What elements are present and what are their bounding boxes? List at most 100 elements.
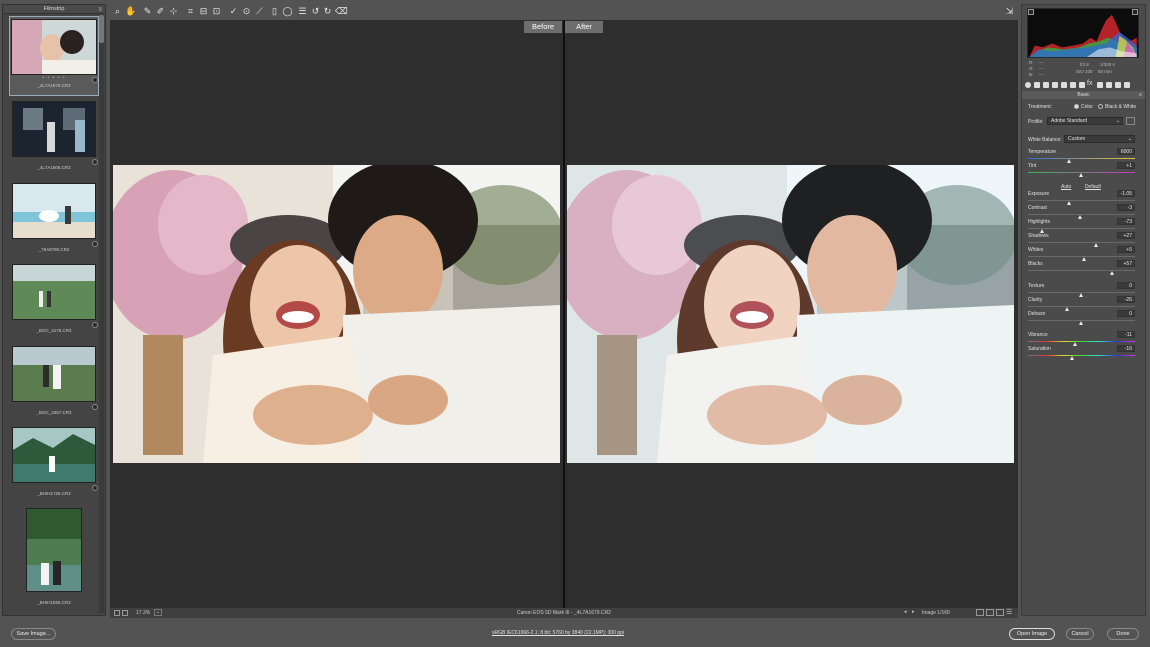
- slider-value-field[interactable]: -3: [1117, 204, 1135, 211]
- target-adjust-icon[interactable]: ⊹: [168, 6, 179, 17]
- settings-tab-icon[interactable]: [1124, 82, 1130, 88]
- slider-track[interactable]: [1028, 341, 1135, 342]
- workflow-options-link[interactable]: sRGB IEC61966-2.1; 8 bit; 5760 by 3840 (…: [0, 630, 1116, 636]
- slider-label: Whites: [1028, 247, 1044, 253]
- rotate-right-icon[interactable]: ↻: [322, 6, 333, 17]
- chevron-down-icon: ⌄: [1127, 136, 1132, 142]
- preferences-icon[interactable]: ☰: [297, 6, 308, 17]
- hand-icon[interactable]: ✋: [125, 6, 136, 17]
- slider-value-field[interactable]: +57: [1117, 260, 1135, 267]
- thumbnail-image: [12, 101, 96, 157]
- panel-menu-icon[interactable]: ≡: [1139, 91, 1142, 99]
- treatment-color-radio[interactable]: [1074, 104, 1079, 109]
- slider-value-field[interactable]: -1.05: [1117, 190, 1135, 197]
- slider-value-field[interactable]: -11: [1117, 331, 1135, 338]
- prev-image-icon[interactable]: ◂: [904, 609, 907, 615]
- shadow-clipping-icon[interactable]: [1028, 9, 1034, 15]
- fullscreen-icon[interactable]: ⇲: [1004, 6, 1015, 17]
- snapshots-tab-icon[interactable]: [1115, 82, 1121, 88]
- filmstrip-thumbnail[interactable]: _BHIH1726.CR2: [9, 426, 99, 506]
- profile-browser-icon[interactable]: [1126, 117, 1135, 125]
- hsl-tab-icon[interactable]: [1052, 82, 1058, 88]
- straighten-icon[interactable]: ⊟: [198, 6, 209, 17]
- slider-track[interactable]: [1028, 242, 1135, 243]
- cancel-button[interactable]: Cancel: [1066, 628, 1094, 640]
- graduated-filter-icon[interactable]: ▯: [269, 6, 280, 17]
- slider-value-field[interactable]: 6000: [1117, 148, 1135, 155]
- open-image-button[interactable]: Open Image: [1009, 628, 1055, 640]
- done-button[interactable]: Done: [1107, 628, 1139, 640]
- filmstrip-thumbnail[interactable]: _4L7A1606.CR2: [9, 100, 99, 180]
- view-mode-icon[interactable]: [976, 609, 984, 616]
- slider-value-field[interactable]: +27: [1117, 232, 1135, 239]
- basic-tab-icon[interactable]: [1025, 82, 1031, 88]
- slider-value-field[interactable]: 0: [1117, 282, 1135, 289]
- lens-tab-icon[interactable]: [1070, 82, 1076, 88]
- filmstrip-thumbnail[interactable]: • • • • • _4L7A1679.CR2: [9, 16, 99, 96]
- slider-thumb[interactable]: [1067, 159, 1072, 163]
- b-value: ---: [1039, 72, 1044, 77]
- calibration-tab-icon[interactable]: [1097, 82, 1103, 88]
- slider-value-field[interactable]: -16: [1117, 345, 1135, 352]
- copy-settings-icon[interactable]: [996, 609, 1004, 616]
- filmstrip-menu-icon[interactable]: ≡: [98, 6, 102, 15]
- color-sampler-icon[interactable]: ✐: [155, 6, 166, 17]
- slider-thumb[interactable]: [1079, 321, 1083, 325]
- tone-curve-tab-icon[interactable]: [1034, 82, 1040, 88]
- filmstrip-thumbnail[interactable]: _BOC_4357.CR2: [9, 345, 99, 425]
- highlight-clipping-icon[interactable]: [1132, 9, 1138, 15]
- slider-track[interactable]: [1028, 200, 1135, 201]
- presets-tab-icon[interactable]: [1106, 82, 1112, 88]
- adjustment-brush-icon[interactable]: ⟋: [254, 6, 265, 17]
- split-toning-tab-icon[interactable]: [1061, 82, 1067, 88]
- filmstrip-thumbnail[interactable]: _76A8785.CR2: [9, 182, 99, 262]
- preview-canvas[interactable]: Before After: [110, 20, 1018, 608]
- swap-before-after-icon[interactable]: [986, 609, 994, 616]
- slider-value-field[interactable]: -26: [1117, 296, 1135, 303]
- slider-thumb[interactable]: [1072, 342, 1077, 346]
- slider-track[interactable]: [1028, 270, 1135, 271]
- toggle-settings-icon[interactable]: ☰: [1006, 608, 1012, 616]
- rotate-left-icon[interactable]: ↺: [310, 6, 321, 17]
- slider-thumb[interactable]: [1065, 307, 1070, 311]
- filmstrip-scrollbar[interactable]: [99, 15, 104, 613]
- white-balance-icon[interactable]: ✎: [142, 6, 153, 17]
- transform-icon[interactable]: ⊡: [211, 6, 222, 17]
- default-tone-link[interactable]: Default: [1085, 184, 1101, 190]
- filmstrip-thumbnail[interactable]: _BHIH1555.CR2: [9, 507, 99, 611]
- auto-tone-link[interactable]: Auto: [1061, 184, 1071, 190]
- slider-value-field[interactable]: -73: [1117, 218, 1135, 225]
- slider-thumb[interactable]: [1067, 201, 1072, 205]
- crop-icon[interactable]: ⌗: [185, 6, 196, 17]
- slider-thumb[interactable]: [1070, 356, 1075, 360]
- transform-tab-icon[interactable]: [1079, 82, 1085, 88]
- rating-dots[interactable]: • • • • •: [10, 75, 98, 82]
- treatment-bw-radio[interactable]: [1098, 104, 1103, 109]
- thumbnail-image: [12, 346, 96, 402]
- filmstrip-scroll-thumb[interactable]: [99, 15, 104, 43]
- slider-track[interactable]: [1028, 355, 1135, 356]
- zoom-icon[interactable]: ⌕: [112, 6, 123, 17]
- detail-tab-icon[interactable]: [1043, 82, 1049, 88]
- spot-removal-icon[interactable]: ✓: [228, 6, 239, 17]
- slider-thumb[interactable]: [1093, 243, 1098, 247]
- slider-track[interactable]: [1028, 158, 1135, 159]
- next-image-icon[interactable]: ▸: [912, 609, 915, 615]
- white-balance-dropdown[interactable]: Custom ⌄: [1064, 135, 1135, 143]
- slider-thumb[interactable]: [1079, 173, 1083, 177]
- filmstrip-thumbnail[interactable]: _BOC_4176.CR2: [9, 263, 99, 343]
- slider-value-field[interactable]: 0: [1117, 310, 1135, 317]
- profile-dropdown[interactable]: Adobe Standard ⌄: [1047, 117, 1123, 125]
- radial-filter-icon[interactable]: ◯: [282, 6, 293, 17]
- slider-thumb[interactable]: [1079, 293, 1083, 297]
- slider-thumb[interactable]: [1110, 271, 1115, 275]
- slider-label: Dehaze: [1028, 311, 1046, 317]
- slider-value-field[interactable]: +5: [1117, 246, 1135, 253]
- slider-track[interactable]: [1028, 306, 1135, 307]
- slider-value-field[interactable]: +1: [1117, 162, 1135, 169]
- slider-thumb[interactable]: [1082, 257, 1087, 261]
- slider-thumb[interactable]: [1077, 215, 1082, 219]
- trash-icon[interactable]: ⌫: [335, 6, 348, 17]
- red-eye-icon[interactable]: ⊙: [241, 6, 252, 17]
- effects-tab-icon[interactable]: fx: [1087, 80, 1092, 87]
